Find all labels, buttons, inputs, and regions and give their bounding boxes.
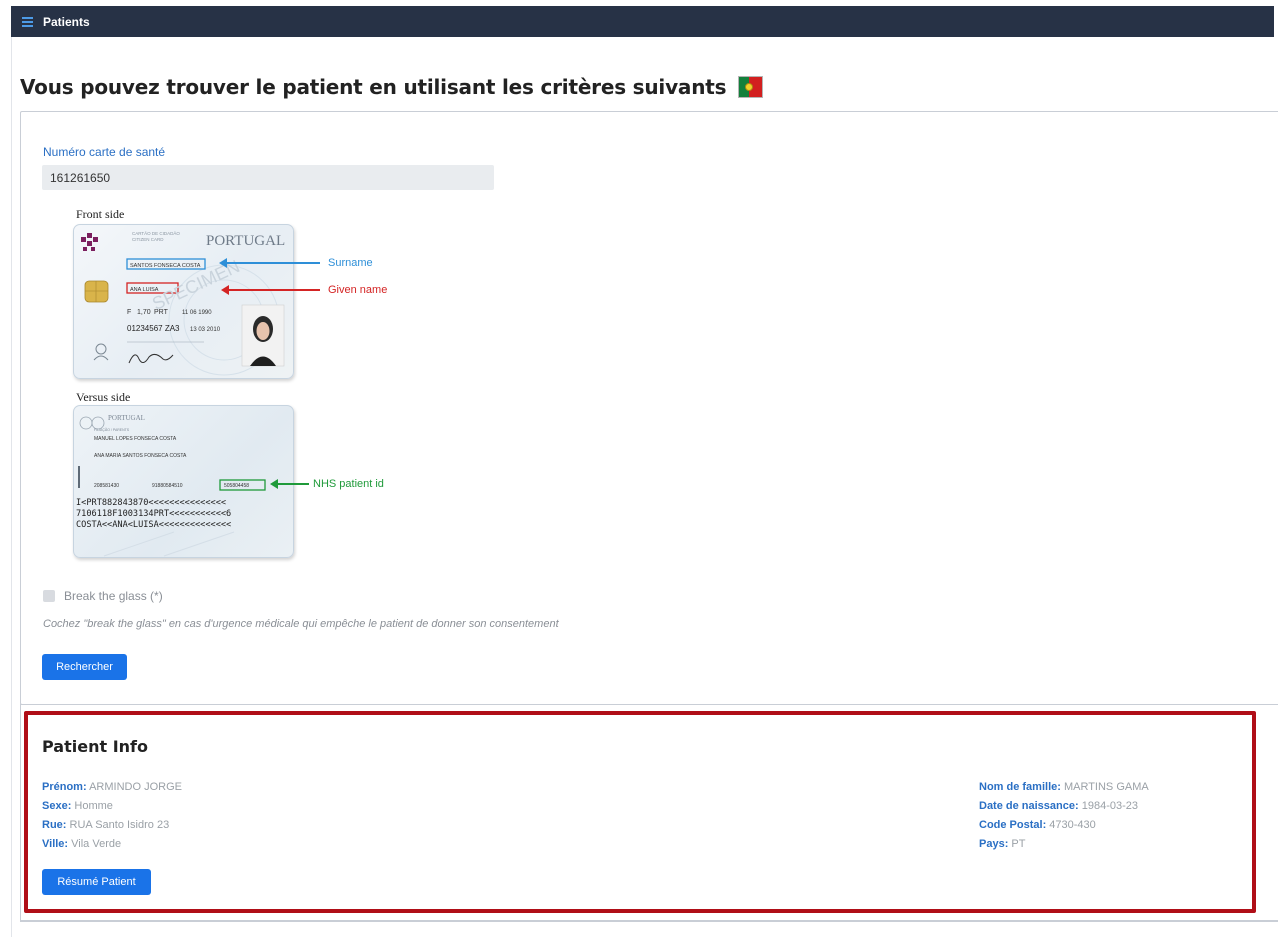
id-card-back-graphic: PORTUGAL FILIAÇÃO / PARENTS MANUEL LOPES… <box>76 414 266 557</box>
hamburger-icon <box>21 17 33 27</box>
bottom-divider <box>20 921 1278 922</box>
svg-text:SANTOS FONSECA COSTA: SANTOS FONSECA COSTA <box>130 263 201 269</box>
svg-text:ANA LUISA: ANA LUISA <box>130 287 159 293</box>
svg-text:F: F <box>127 309 131 316</box>
patient-info-title: Patient Info <box>42 737 148 756</box>
first-name-row: Prénom: ARMINDO JORGE <box>42 781 182 793</box>
sidebar-edge <box>11 37 12 937</box>
page-heading-text: Vous pouvez trouver le patient en utilis… <box>20 75 727 99</box>
nhs-id-arrow-icon <box>270 479 278 489</box>
postal-code-row: Code Postal: 4730-430 <box>979 819 1096 831</box>
svg-text:01234567 ZA3: 01234567 ZA3 <box>127 324 180 333</box>
break-glass-checkbox[interactable] <box>43 590 55 602</box>
svg-text:7106118F1003134PRT<<<<<<<<<<<6: 7106118F1003134PRT<<<<<<<<<<<6 <box>76 509 231 519</box>
svg-text:11 06 1990: 11 06 1990 <box>182 310 212 316</box>
health-card-number-input[interactable] <box>42 165 494 190</box>
given-name-annotation: Given name <box>328 284 388 296</box>
given-name-arrow-icon <box>221 285 229 295</box>
svg-text:CITIZEN CARD: CITIZEN CARD <box>132 237 164 242</box>
country-row: Pays: PT <box>979 838 1026 850</box>
menu-toggle-button[interactable] <box>11 6 43 37</box>
svg-text:PORTUGAL: PORTUGAL <box>108 414 145 422</box>
surname-arrow-icon <box>219 258 227 268</box>
svg-text:1,70: 1,70 <box>137 309 151 316</box>
search-button[interactable]: Rechercher <box>42 654 127 680</box>
patient-summary-button[interactable]: Résumé Patient <box>42 869 151 895</box>
svg-text:PORTUGAL: PORTUGAL <box>206 233 285 249</box>
front-side-label: Front side <box>76 207 125 221</box>
svg-text:91880584510: 91880584510 <box>152 483 183 489</box>
city-row: Ville: Vila Verde <box>42 838 122 850</box>
id-card-front-image: CARTÃO DE CIDADÃO CITIZEN CARD PORTUGAL … <box>73 224 294 379</box>
surname-annotation: Surname <box>328 257 373 269</box>
surname-pointer-line <box>224 262 320 264</box>
svg-text:FILIAÇÃO / PARENTS: FILIAÇÃO / PARENTS <box>94 427 130 432</box>
last-name-row: Nom de famille: MARTINS GAMA <box>979 781 1149 793</box>
break-glass-label[interactable]: Break the glass (*) <box>64 589 163 603</box>
svg-text:MANUEL LOPES FONSECA COSTA: MANUEL LOPES FONSECA COSTA <box>94 436 177 442</box>
svg-text:CARTÃO DE CIDADÃO: CARTÃO DE CIDADÃO <box>132 230 180 236</box>
versus-side-label: Versus side <box>76 390 131 404</box>
page-title: Vous pouvez trouver le patient en utilis… <box>20 75 764 99</box>
nhs-id-annotation: NHS patient id <box>313 478 384 490</box>
street-row: Rue: RUA Santo Isidro 23 <box>42 819 170 831</box>
nhs-id-pointer-line <box>275 483 309 485</box>
portugal-flag-icon <box>738 76 764 98</box>
given-name-pointer-line <box>226 289 320 291</box>
health-card-number-label: Numéro carte de santé <box>43 145 166 159</box>
birth-date-row: Date de naissance: 1984-03-23 <box>979 800 1138 812</box>
sex-row: Sexe: Homme <box>42 800 113 812</box>
cross-emblem-icon <box>81 233 98 251</box>
svg-text:I<PRT882843870<<<<<<<<<<<<<<<: I<PRT882843870<<<<<<<<<<<<<<< <box>76 498 226 508</box>
break-glass-row: Break the glass (*) <box>43 589 163 603</box>
id-card-front-graphic: CARTÃO DE CIDADÃO CITIZEN CARD PORTUGAL … <box>81 230 285 376</box>
top-navbar: Patients <box>11 6 1274 37</box>
break-glass-help-text: Cochez "break the glass" en cas d'urgenc… <box>43 618 559 630</box>
svg-text:COSTA<<ANA<LUISA<<<<<<<<<<<<<<: COSTA<<ANA<LUISA<<<<<<<<<<<<<< <box>76 520 231 530</box>
navbar-title[interactable]: Patients <box>43 15 90 29</box>
svg-text:208581430: 208581430 <box>94 483 119 489</box>
svg-text:ANA MARIA SANTOS FONSECA COSTA: ANA MARIA SANTOS FONSECA COSTA <box>94 453 187 459</box>
id-card-back-image: PORTUGAL FILIAÇÃO / PARENTS MANUEL LOPES… <box>73 405 294 558</box>
patient-info-highlight-box <box>24 711 1256 913</box>
svg-text:505804458: 505804458 <box>224 483 249 489</box>
svg-text:PRT: PRT <box>154 309 169 316</box>
svg-text:13 03 2010: 13 03 2010 <box>190 327 221 333</box>
